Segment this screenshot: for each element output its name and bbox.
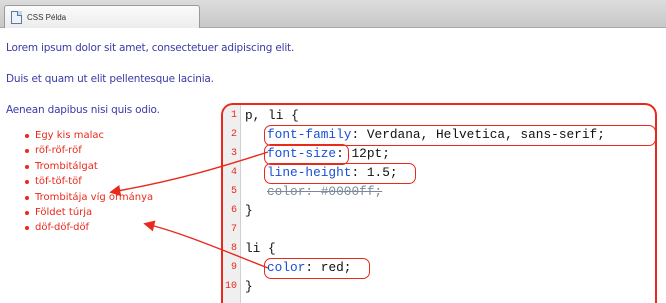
line-number: 9 xyxy=(230,262,237,273)
line-number: 6 xyxy=(230,205,237,216)
paragraph-3: Aenean dapibus nisi quis odio. xyxy=(6,104,160,116)
line-number: 5 xyxy=(230,186,237,197)
tab-label: CSS Példa xyxy=(27,12,67,22)
list-item: Földet túrja xyxy=(22,205,153,220)
tab-css-pelda[interactable]: CSS Példa xyxy=(4,5,200,28)
paragraph-2: Duis et quam ut elit pellentesque lacini… xyxy=(6,73,214,85)
page-icon xyxy=(11,10,22,24)
highlight-box xyxy=(264,163,416,184)
code-line: } xyxy=(245,279,253,294)
line-number: 1 xyxy=(230,110,237,121)
tab-bar: CSS Példa xyxy=(0,0,666,28)
list-item: döf-döf-döf xyxy=(22,220,153,235)
paragraph-1: Lorem ipsum dolor sit amet, consectetuer… xyxy=(6,42,295,54)
bullet-list: Egy kis malac röf-röf-röf Trombitálgat t… xyxy=(22,128,153,236)
list-item: Trombitája víg ormánya xyxy=(22,190,153,205)
highlight-box xyxy=(264,144,349,165)
list-item: röf-röf-röf xyxy=(22,143,153,158)
line-number: 4 xyxy=(230,167,237,178)
overridden-code-line: color: #0000ff; xyxy=(267,184,383,199)
code-line: p, li { xyxy=(245,108,299,123)
highlight-box xyxy=(264,258,370,279)
list-item: Trombitálgat xyxy=(22,159,153,174)
list-item: töf-töf-töf xyxy=(22,174,153,189)
css-code-panel: 1 2 3 4 5 6 7 8 9 10 p, li { font-family… xyxy=(221,103,657,303)
highlight-box xyxy=(264,125,655,146)
list-item: Egy kis malac xyxy=(22,128,153,143)
code-line: } xyxy=(245,203,253,218)
code-line: li { xyxy=(245,241,276,256)
selector-text: p, li { xyxy=(245,108,299,123)
line-number-gutter: 1 2 3 4 5 6 7 8 9 10 xyxy=(223,105,241,303)
line-number: 2 xyxy=(230,129,237,140)
line-number: 8 xyxy=(230,243,237,254)
line-number: 3 xyxy=(230,148,237,159)
line-number: 10 xyxy=(224,281,237,292)
line-number: 7 xyxy=(230,224,237,235)
